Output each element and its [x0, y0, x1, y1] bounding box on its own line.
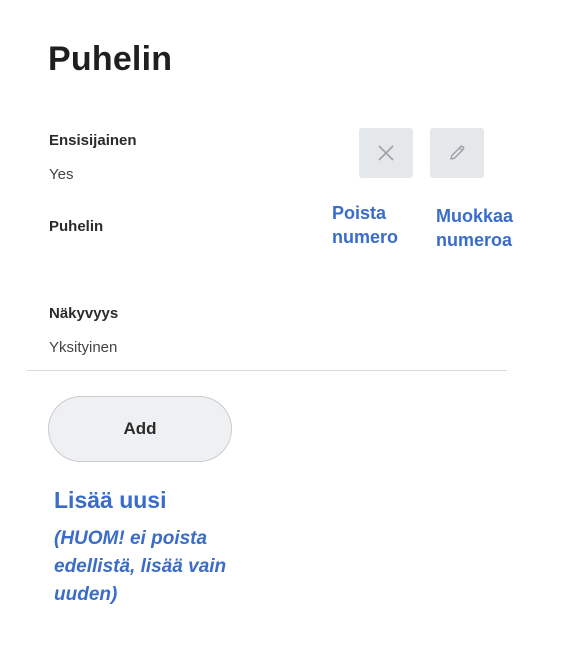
add-annotation-title: Lisää uusi — [54, 487, 167, 513]
close-icon — [378, 145, 394, 161]
add-button[interactable]: Add — [48, 396, 232, 462]
delete-annotation: Poista numero — [332, 201, 398, 249]
primary-label: Ensisijainen — [49, 132, 137, 149]
pencil-icon — [450, 145, 465, 160]
visibility-label: Näkyvyys — [49, 305, 119, 322]
edit-annotation: Muokkaa numeroa — [436, 204, 513, 252]
edit-annotation-line-1: Muokkaa — [436, 206, 514, 226]
edit-annotation-line-2: numeroa — [436, 230, 513, 250]
phone-label: Puhelin — [49, 218, 104, 235]
page-title: Puhelin — [48, 40, 173, 78]
delete-annotation-line-2: numero — [332, 227, 399, 247]
primary-value: Yes — [49, 166, 74, 183]
edit-button[interactable] — [430, 128, 484, 178]
divider — [27, 370, 507, 371]
add-annotation-note: (HUOM! ei poista edellistä, lisää vain u… — [54, 528, 227, 605]
visibility-value: Yksityinen — [49, 339, 118, 356]
delete-annotation-line-1: Poista — [332, 203, 387, 223]
delete-button[interactable] — [359, 128, 413, 178]
